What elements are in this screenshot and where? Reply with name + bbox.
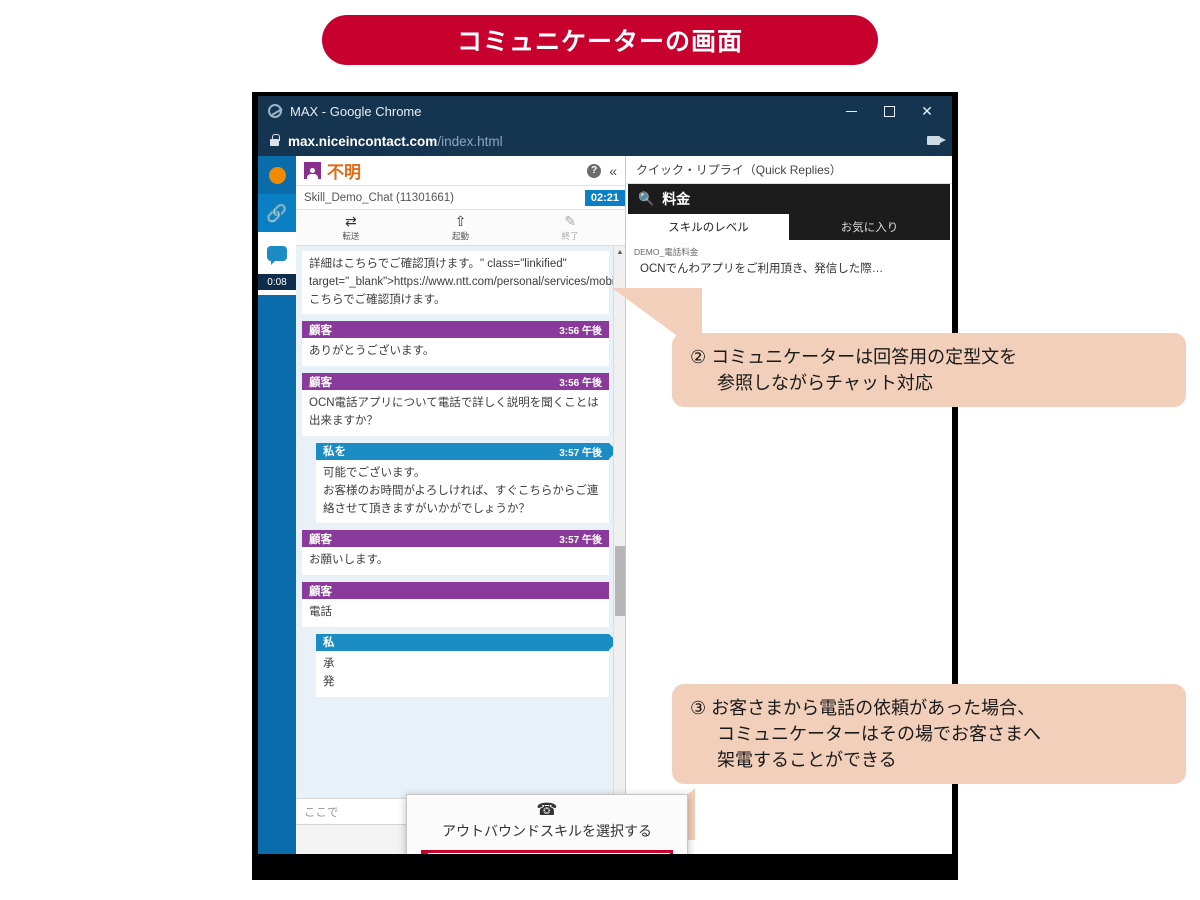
message-body: ありがとうございます。 [302,338,609,367]
chat-message: 詳細はこちらでご確認頂けます。" class="linkified" targe… [302,251,625,315]
url-path: /index.html [437,133,503,149]
site-favicon-icon [268,104,282,118]
message-header: 私 [316,633,617,651]
message-body: 電話 [302,599,609,627]
message-header: 顧客 [302,582,609,600]
chat-message: 私 承 発 [316,633,617,697]
quick-reply-item[interactable]: DEMO_電話料金 OCNでんわアプリをご利用頂き、発信した際… [634,246,944,276]
end-icon: ✎ [564,212,577,229]
message-time: 3:56 午後 [559,378,602,390]
message-sender: 私 [323,637,335,650]
contact-name: 不明 [327,163,361,182]
message-sender: 私を [323,446,346,459]
camera-icon[interactable] [927,136,946,145]
minimize-button[interactable] [832,96,870,126]
quick-replies-search[interactable]: 🔍 料金 [628,184,950,214]
callout-3-line-2: コミュニケーターはその場でお客さまへ [717,724,1041,745]
browser-titlebar: MAX - Google Chrome ✕ [258,96,952,126]
search-icon: 🔍 [638,191,655,206]
callout-3-line-1: ③ お客さまから電話の依頼があった場合、 [690,698,1036,718]
chat-subheader: Skill_Demo_Chat (11301661) 02:21 [296,186,625,210]
transfer-icon: ⇄ [344,212,357,229]
tab-favorites[interactable]: お気に入り [789,214,950,240]
message-time: 3:57 午後 [559,535,602,547]
end-button[interactable]: ✎ 終了 [515,210,625,245]
callout-2: ② コミュニケーターは回答用の定型文を 参照しながらチャット対応 [672,333,1186,408]
status-dot-icon[interactable] [258,156,296,194]
link-icon[interactable]: 🔗 [258,194,296,232]
browser-window-title: MAX - Google Chrome [290,103,422,119]
message-body: お願いします。 [302,547,609,576]
end-label: 終了 [561,230,579,241]
left-icon-rail: 🔗 0:08 [258,156,296,854]
chat-message: 私を 3:57 午後 可能でございます。 お客様のお時間がよろしければ、すぐこち… [316,442,617,524]
message-header: 私を 3:57 午後 [316,442,617,460]
chat-timer-badge: 02:21 [584,189,625,206]
chat-bubble-icon[interactable] [258,232,296,274]
contact-icon [304,162,321,179]
launch-icon: ⇧ [454,212,467,229]
dialog-phone-icon: ☎ [536,800,558,819]
outbound-skill-dialog: ☎ アウトバウンドスキルを選択する 08012345678 Skill_Demo… [406,794,688,854]
phone-number-field[interactable]: 08012345678 [421,850,673,854]
help-icon[interactable]: ? [587,163,602,178]
chat-input-placeholder: ここで [304,806,339,819]
page-root: コミュニケーターの画面 MAX - Google Chrome ✕ max.ni… [0,0,1200,900]
chat-header: 不明 ? « [296,156,625,186]
message-header: 顧客 3:56 午後 [302,321,609,339]
chat-action-bar: ⇄ 転送 ⇧ 起動 ✎ 終了 [296,210,625,246]
message-time: 3:57 午後 [559,447,602,459]
callout-3-line-3: 架電することができる [717,750,897,771]
page-title: コミュニケーターの画面 [456,28,743,56]
page-title-banner: コミュニケーターの画面 [322,15,878,65]
browser-url-bar[interactable]: max.niceincontact.com/index.html [258,126,952,156]
quick-reply-text: OCNでんわアプリをご利用頂き、発信した際… [640,263,884,275]
message-time: 3:56 午後 [559,326,602,338]
message-body: OCN電話アプリについて電話で詳しく説明を聞くことは出来ますか？ [302,390,609,436]
launch-label: 起動 [452,230,470,241]
chat-message: 顧客 電話 [302,582,609,627]
scrollbar-thumb[interactable] [615,546,625,616]
transfer-label: 転送 [342,230,360,241]
message-sender: 顧客 [309,585,332,598]
search-value: 料金 [662,191,691,207]
maximize-button[interactable] [870,96,908,126]
message-body: 詳細はこちらでご確認頂けます。" class="linkified" targe… [302,251,625,315]
url-host: max.niceincontact.com [288,133,438,149]
launch-button[interactable]: ⇧ 起動 [406,210,516,245]
collapse-icon[interactable]: « [609,163,617,179]
scroll-up-icon[interactable]: ▲ [614,246,625,258]
lock-icon [270,134,280,146]
rail-timer: 0:08 [258,274,296,290]
callout-3: ③ お客さまから電話の依頼があった場合、 コミュニケーターはその場でお客さまへ … [672,684,1186,785]
chat-message: 顧客 3:57 午後 お願いします。 [302,530,609,576]
quick-replies-title: クイック・リプライ（Quick Replies） [626,156,952,184]
chat-message-list: 詳細はこちらでご確認頂けます。" class="linkified" targe… [296,246,625,709]
callout-2-line-1: ② コミュニケーターは回答用の定型文を [690,347,1018,367]
transfer-button[interactable]: ⇄ 転送 [296,210,406,245]
quick-replies-tabs: スキルのレベル お気に入り [628,214,950,240]
rail-filler [258,295,296,854]
dialog-title: アウトバウンドスキルを選択する [442,823,652,839]
skill-label: Skill_Demo_Chat (11301661) [304,191,455,204]
message-sender: 顧客 [309,376,332,389]
chat-header-actions: ? « [587,163,617,179]
tab-skill-level[interactable]: スキルのレベル [628,214,789,240]
chat-message: 顧客 3:56 午後 OCN電話アプリについて電話で詳しく説明を聞くことは出来ま… [302,373,609,436]
close-button[interactable]: ✕ [908,96,946,126]
message-sender: 顧客 [309,533,332,546]
message-body: 承 発 [316,650,609,697]
chat-message-scroll[interactable]: 詳細はこちらでご確認頂けます。" class="linkified" targe… [296,246,625,798]
message-body: 可能でございます。 お客様のお時間がよろしければ、すぐこちらからご連絡させて頂き… [316,459,609,524]
chat-message: 顧客 3:56 午後 ありがとうございます。 [302,321,609,367]
quick-reply-category: DEMO_電話料金 [634,247,699,257]
window-controls: ✕ [832,96,946,126]
message-header: 顧客 3:57 午後 [302,530,609,548]
message-sender: 顧客 [309,324,332,337]
chat-panel: 不明 ? « Skill_Demo_Chat (11301661) 02:21 … [296,156,688,854]
message-header: 顧客 3:56 午後 [302,373,609,391]
callout-2-line-2: 参照しながらチャット対応 [717,373,933,394]
